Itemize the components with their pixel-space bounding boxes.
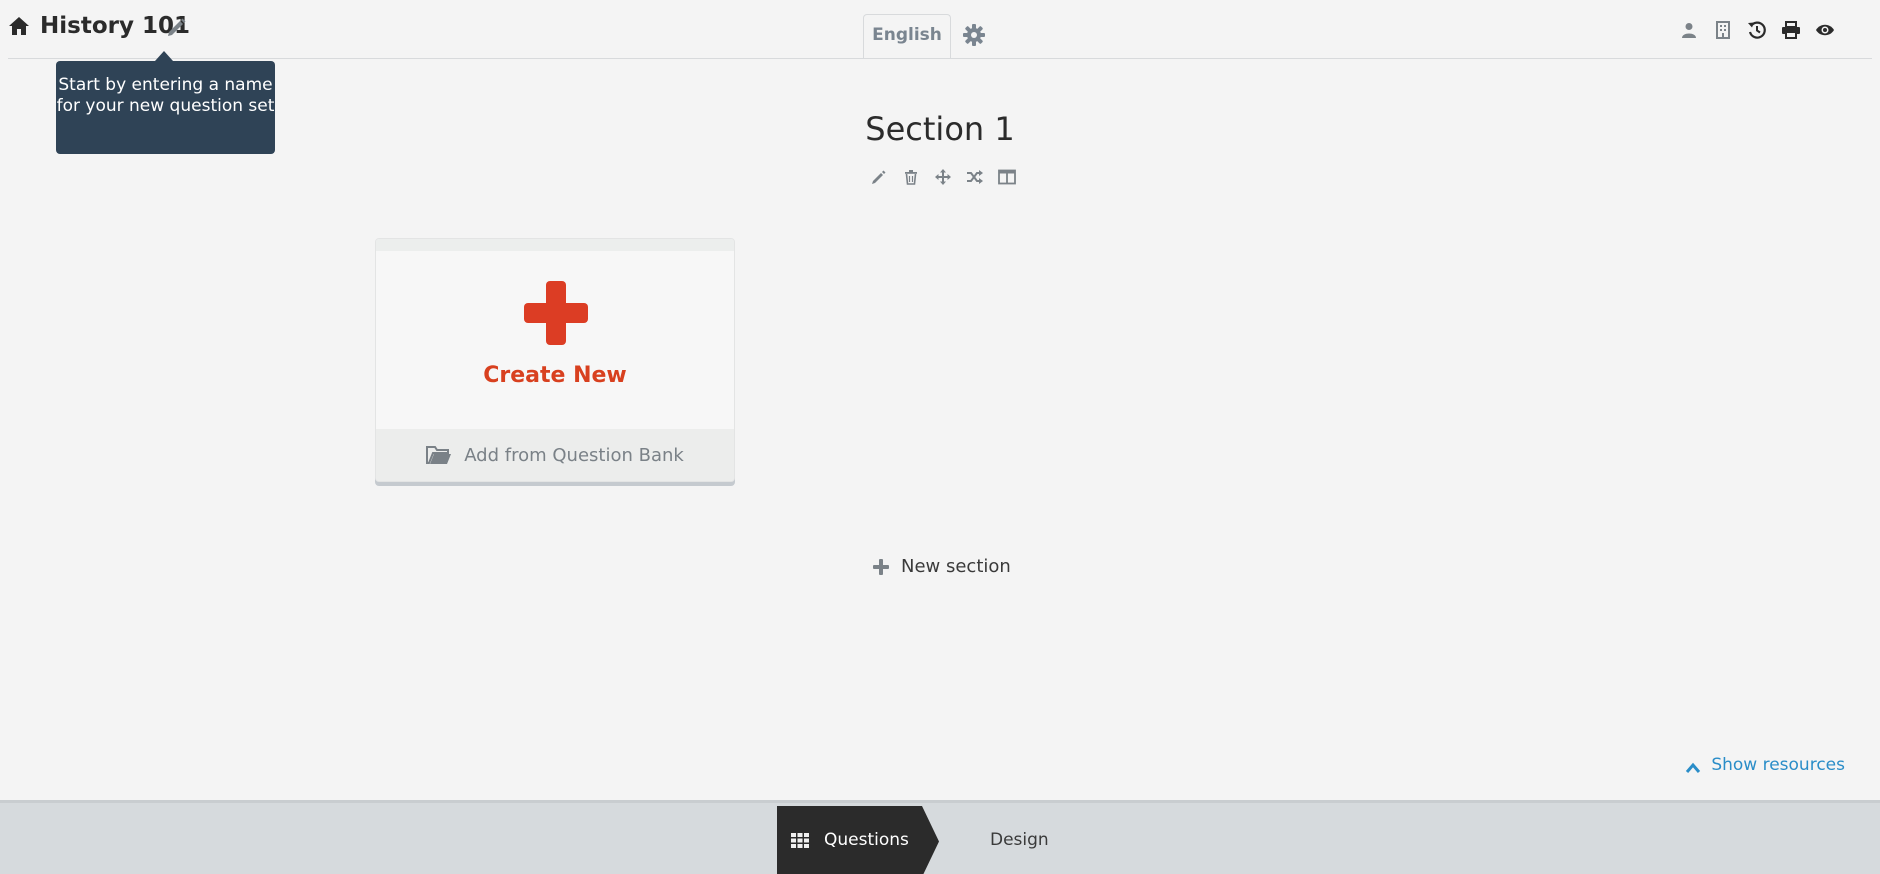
plus-icon xyxy=(524,281,588,345)
new-section-label: New section xyxy=(901,556,1011,577)
home-icon[interactable] xyxy=(8,15,30,37)
toolbar-icons xyxy=(1672,17,1842,43)
show-resources-link[interactable]: Show resources xyxy=(1685,755,1845,775)
eye-icon[interactable] xyxy=(1808,17,1842,43)
edit-section-pencil-icon[interactable] xyxy=(863,164,895,190)
create-new-label: Create New xyxy=(483,363,627,388)
section-title[interactable]: Section 1 xyxy=(0,108,1880,150)
step-design-tab[interactable]: Design xyxy=(990,830,1049,850)
edit-title-pencil-icon[interactable] xyxy=(166,16,186,38)
add-from-question-bank-label: Add from Question Bank xyxy=(464,444,684,466)
header: History 101 English xyxy=(0,0,1880,59)
shuffle-icon[interactable] xyxy=(959,164,991,190)
language-tab[interactable]: English xyxy=(863,14,951,58)
plus-icon xyxy=(873,558,889,575)
trash-icon[interactable] xyxy=(895,164,927,190)
move-icon[interactable] xyxy=(927,164,959,190)
create-new-button[interactable]: Create New xyxy=(376,251,734,427)
add-from-question-bank-button[interactable]: Add from Question Bank xyxy=(376,429,734,481)
print-icon[interactable] xyxy=(1774,17,1808,43)
show-resources-label: Show resources xyxy=(1711,755,1845,775)
folder-open-icon xyxy=(426,444,452,466)
add-question-card: Create New Add from Question Bank xyxy=(375,238,735,482)
section-toolbar xyxy=(863,164,1023,190)
grid-icon xyxy=(791,833,809,848)
history-icon[interactable] xyxy=(1740,17,1774,43)
step-questions-tab[interactable]: Questions xyxy=(777,806,939,874)
chevron-up-icon xyxy=(1685,759,1701,773)
tooltip-arrow xyxy=(155,51,173,61)
user-icon[interactable] xyxy=(1672,17,1706,43)
card-header-strip xyxy=(376,239,734,251)
gear-icon[interactable] xyxy=(962,23,986,47)
columns-icon[interactable] xyxy=(991,164,1023,190)
building-icon[interactable] xyxy=(1706,17,1740,43)
step-questions-label: Questions xyxy=(824,830,909,850)
header-divider xyxy=(8,58,1872,59)
step-navigation-bar: Questions Design xyxy=(0,800,1880,874)
new-section-button[interactable]: New section xyxy=(873,556,1011,577)
